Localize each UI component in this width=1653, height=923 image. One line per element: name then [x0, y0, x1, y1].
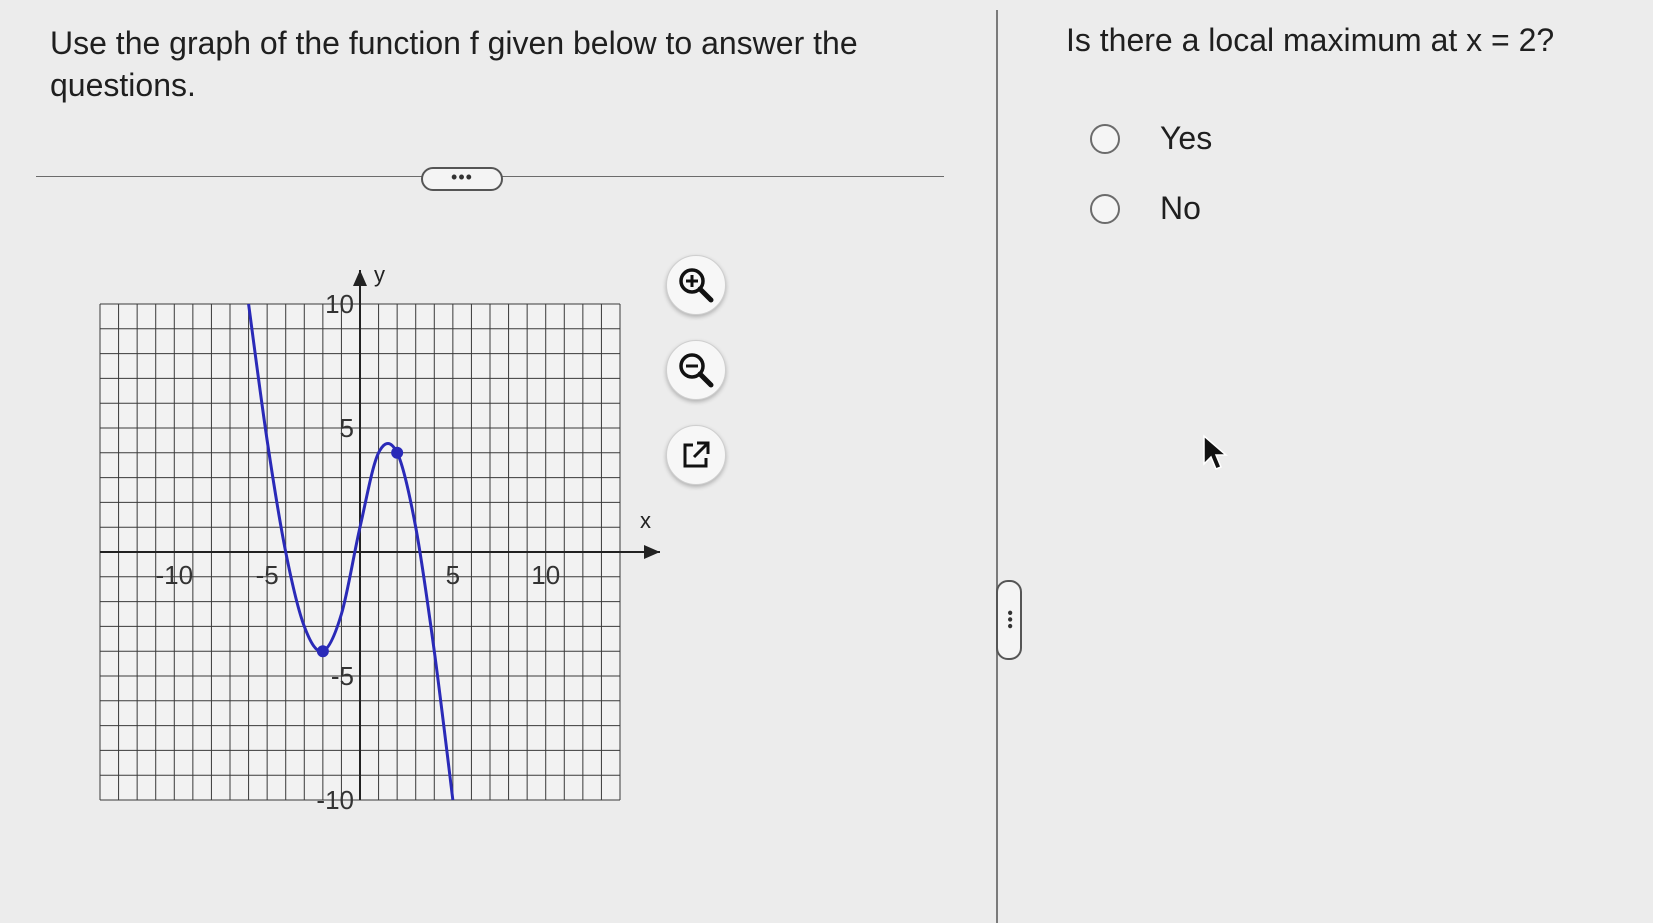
left-panel: Use the graph of the function f given be… [0, 0, 1000, 923]
zoom-out-icon [679, 353, 714, 388]
option-no-label: No [1160, 190, 1201, 226]
x-tick-label: 10 [531, 560, 560, 590]
expand-button[interactable]: ••• [421, 167, 503, 191]
panel-divider [996, 10, 998, 923]
right-panel: Is there a local maximum at x = 2? Yes N… [1020, 0, 1653, 923]
x-tick-label: 5 [446, 560, 460, 590]
key-point [316, 645, 329, 658]
zoom-out-button[interactable] [666, 340, 726, 400]
y-tick-label: -5 [331, 661, 354, 691]
y-axis-label: y [374, 262, 385, 287]
x-axis-arrow [644, 545, 660, 559]
option-yes-label: Yes [1160, 120, 1213, 156]
x-axis-label: x [640, 508, 651, 533]
x-tick-label: -5 [256, 560, 279, 590]
mouse-pointer-icon [1203, 434, 1229, 470]
open-external-button[interactable] [666, 425, 726, 485]
zoom-in-icon [679, 268, 714, 303]
y-tick-label: -10 [316, 785, 354, 815]
radio-yes[interactable] [1090, 123, 1120, 154]
y-tick-label: 10 [325, 289, 354, 319]
panel-resize-handle[interactable]: ••• [996, 580, 1022, 660]
function-graph: x y -10 -5 5 10 10 5 -5 -10 [99, 262, 660, 815]
y-tick-label: 5 [340, 413, 354, 443]
question-text: Is there a local maximum at x = 2? [1066, 22, 1555, 58]
radio-no[interactable] [1090, 193, 1120, 224]
external-link-icon [683, 441, 710, 468]
y-axis-arrow [353, 270, 367, 286]
instruction-text: Use the graph of the function f given be… [50, 25, 858, 103]
zoom-in-button[interactable] [666, 255, 726, 315]
option-yes[interactable]: Yes [1090, 120, 1212, 157]
option-no[interactable]: No [1090, 190, 1201, 227]
x-tick-label: -10 [155, 560, 193, 590]
key-point [391, 446, 404, 459]
